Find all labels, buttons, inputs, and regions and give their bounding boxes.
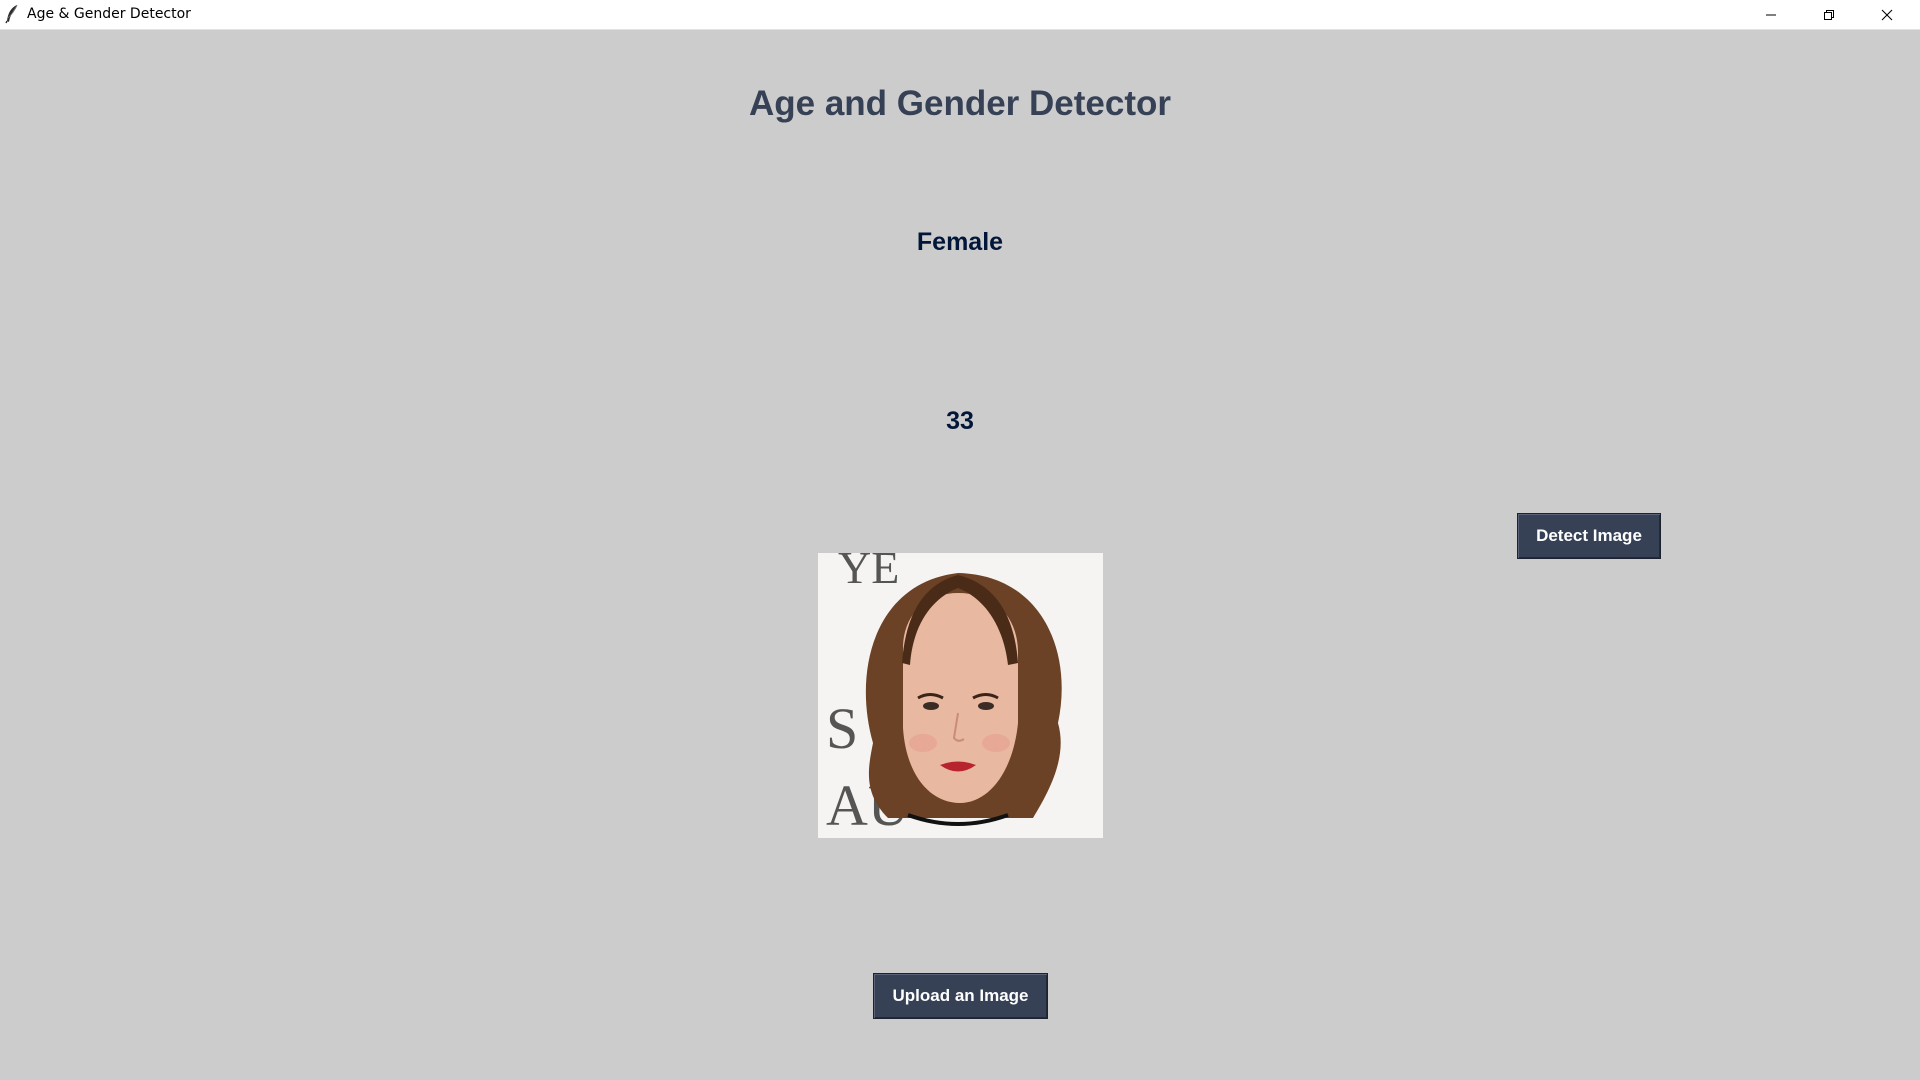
close-icon: [1881, 9, 1893, 21]
restore-icon: [1823, 9, 1835, 21]
app-window: Age & Gender Detector Age and Gender Det…: [0, 0, 1920, 1080]
backdrop-text-mid: S: [826, 696, 858, 761]
page-title: Age and Gender Detector: [748, 84, 1172, 123]
detect-image-button[interactable]: Detect Image: [1517, 513, 1661, 559]
gender-result-label: Female: [916, 228, 1004, 256]
maximize-button[interactable]: [1800, 0, 1858, 29]
feather-icon: [5, 4, 19, 24]
window-title: Age & Gender Detector: [27, 6, 191, 22]
age-result-label: 33: [946, 407, 974, 435]
close-button[interactable]: [1858, 0, 1916, 29]
backdrop-text-top: YE: [838, 553, 899, 593]
main-area: Age and Gender Detector Female 33 Detect…: [1, 30, 1919, 1078]
minimize-button[interactable]: [1742, 0, 1800, 29]
upload-image-button[interactable]: Upload an Image: [873, 973, 1048, 1019]
minimize-icon: [1765, 9, 1777, 21]
uploaded-image-preview: YE S AU: [818, 553, 1103, 838]
title-bar[interactable]: Age & Gender Detector: [0, 0, 1920, 30]
